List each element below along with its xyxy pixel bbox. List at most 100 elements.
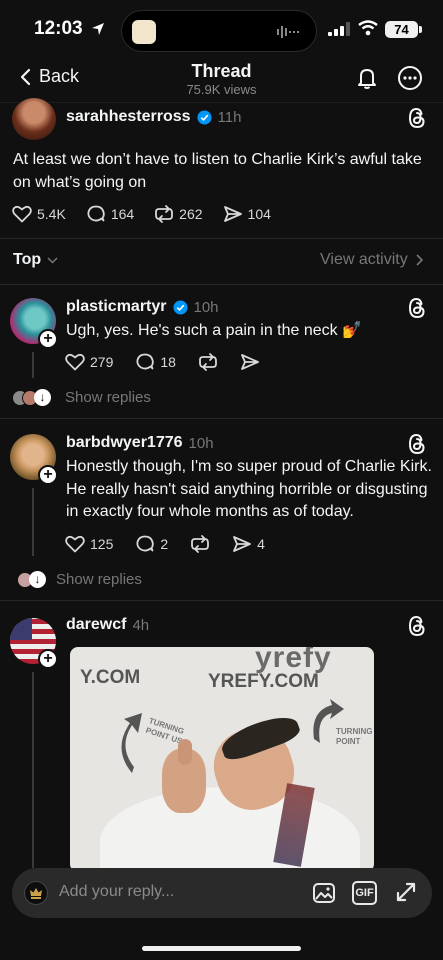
main-post-actions: 5.4K 164 262 104 xyxy=(12,204,271,224)
location-arrow-icon xyxy=(91,23,104,35)
share-button[interactable]: 104 xyxy=(223,205,271,223)
app-icon xyxy=(132,20,156,44)
section-divider xyxy=(0,418,443,419)
dynamic-island xyxy=(121,10,317,52)
show-replies-label: Show replies xyxy=(65,389,151,406)
avatar[interactable] xyxy=(12,98,56,140)
home-indicator xyxy=(142,946,301,951)
follow-plus-button[interactable]: + xyxy=(38,465,58,485)
audio-wave-icon xyxy=(277,26,299,38)
like-button[interactable]: 125 xyxy=(65,535,113,553)
post-text: At least we don’t have to listen to Char… xyxy=(13,151,422,191)
show-replies-button[interactable]: ↓ Show replies xyxy=(12,389,151,406)
comment-count: 164 xyxy=(110,206,135,222)
gif-button[interactable]: GIF xyxy=(352,881,377,905)
heart-icon xyxy=(65,353,85,371)
wifi-icon xyxy=(358,20,378,36)
image-icon[interactable] xyxy=(312,881,336,905)
status-time: 12:03 xyxy=(34,18,105,40)
banner-text-left: Y.COM xyxy=(80,667,141,688)
reply-header: barbdwyer1776 10h xyxy=(66,434,214,452)
like-button[interactable]: 5.4K xyxy=(12,205,66,223)
threads-logo-icon[interactable] xyxy=(407,615,427,637)
follow-plus-button[interactable]: + xyxy=(38,329,58,349)
share-button[interactable] xyxy=(240,353,260,371)
avatar xyxy=(24,881,48,905)
share-button[interactable]: 4 xyxy=(232,535,265,553)
verified-badge-icon xyxy=(172,299,188,315)
expand-icon[interactable] xyxy=(394,880,418,904)
heart-icon xyxy=(12,205,32,223)
reply-time: 10h xyxy=(193,298,219,316)
chevron-down-icon xyxy=(47,256,58,264)
section-divider xyxy=(0,284,443,285)
show-replies-button[interactable]: ↓ Show replies xyxy=(17,571,142,588)
more-options-icon[interactable] xyxy=(397,65,423,91)
chevron-right-icon xyxy=(416,254,423,266)
reply-time: 4h xyxy=(132,616,150,634)
repost-button[interactable] xyxy=(190,534,210,554)
threads-logo-icon[interactable] xyxy=(407,433,427,455)
comment-icon xyxy=(136,535,155,552)
reply-actions: 279 18 xyxy=(65,352,260,372)
view-activity-link[interactable]: View activity xyxy=(320,251,423,269)
username[interactable]: darewcf xyxy=(66,616,126,634)
comment-button[interactable]: 18 xyxy=(135,352,176,372)
username[interactable]: plasticmartyr xyxy=(66,298,167,316)
flag-canton xyxy=(10,618,32,640)
heart-icon xyxy=(65,535,85,553)
reply-actions: 125 2 4 xyxy=(65,534,265,554)
like-count: 125 xyxy=(90,536,114,552)
reply-time: 10h xyxy=(188,434,214,452)
thumb xyxy=(178,739,192,765)
reply-input[interactable]: Add your reply... xyxy=(59,883,174,901)
repost-button[interactable]: 262 xyxy=(154,204,203,224)
thread-line xyxy=(32,672,34,868)
view-activity-label: View activity xyxy=(320,251,408,268)
follow-plus-button[interactable]: + xyxy=(38,649,58,669)
repost-button[interactable] xyxy=(198,352,218,372)
section-divider xyxy=(0,238,443,239)
bell-icon[interactable] xyxy=(355,66,379,90)
threads-logo-icon[interactable] xyxy=(407,107,427,129)
battery-tip xyxy=(419,26,422,33)
like-button[interactable]: 279 xyxy=(65,353,113,371)
share-count: 4 xyxy=(257,536,265,552)
repost-icon xyxy=(199,353,217,371)
arrow-down-icon: ↓ xyxy=(29,571,46,588)
verified-badge-icon xyxy=(196,109,212,125)
send-icon xyxy=(233,536,252,552)
banner-text-right: YREFY.COM xyxy=(208,671,319,692)
username[interactable]: barbdwyer1776 xyxy=(66,434,183,452)
comment-count: 2 xyxy=(160,536,169,552)
comment-icon xyxy=(136,353,155,370)
comment-count: 18 xyxy=(160,354,176,370)
thread-line xyxy=(32,352,34,378)
crown-icon xyxy=(30,888,42,899)
show-replies-label: Show replies xyxy=(56,571,142,588)
reply-text: Ugh, yes. He's such a pain in the neck 💅 xyxy=(66,322,363,339)
section-divider xyxy=(0,600,443,601)
share-count: 104 xyxy=(247,206,271,222)
send-icon xyxy=(241,354,259,370)
arrow-down-icon: ↓ xyxy=(34,389,51,406)
sort-dropdown[interactable]: Top xyxy=(13,251,58,269)
thread-line xyxy=(32,488,34,556)
main-post-header: sarahhesterross 11h xyxy=(66,108,241,126)
username[interactable]: sarahhesterross xyxy=(66,108,191,126)
comment-icon xyxy=(87,205,105,222)
threads-logo-icon[interactable] xyxy=(407,297,427,319)
media-gif[interactable]: yrefy Y.COM YREFY.COM TURNING POINT USA … xyxy=(70,647,374,872)
battery-indicator: 74 xyxy=(385,21,418,38)
reply-composer[interactable]: Add your reply... GIF xyxy=(12,868,432,918)
signal-icon xyxy=(328,22,350,36)
reply-header: darewcf 4h xyxy=(66,616,149,634)
repost-count: 262 xyxy=(179,206,203,222)
turning-point-logo-right: TURNING POINT xyxy=(310,699,374,769)
post-time: 11h xyxy=(217,108,242,126)
comment-button[interactable]: 164 xyxy=(86,204,134,224)
reply-header: plasticmartyr 10h xyxy=(66,298,219,316)
comment-button[interactable]: 2 xyxy=(135,534,168,554)
like-count: 279 xyxy=(90,354,114,370)
sort-label: Top xyxy=(13,251,42,268)
